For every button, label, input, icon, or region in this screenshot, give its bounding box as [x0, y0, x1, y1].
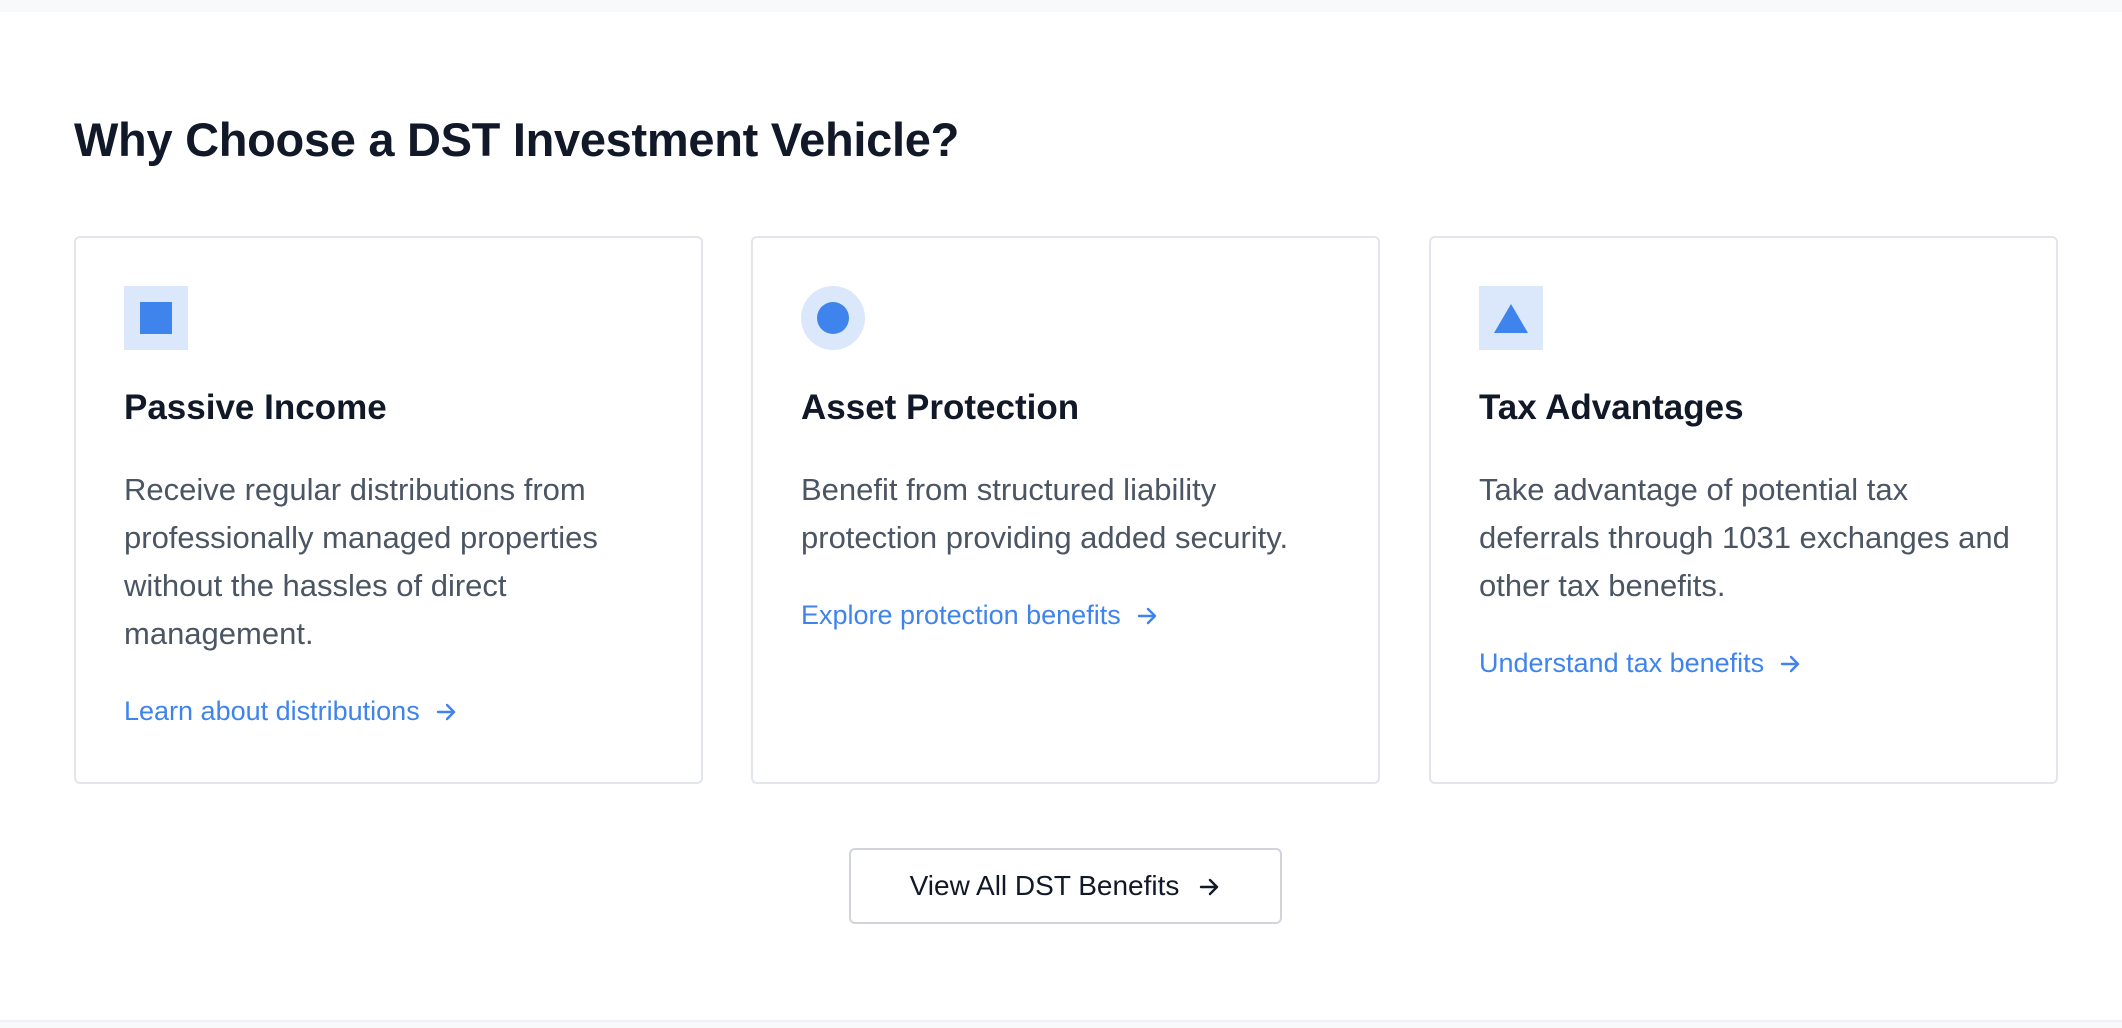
- card-description: Take advantage of potential tax deferral…: [1479, 472, 2010, 603]
- feature-card-tax-advantages: Tax Advantages Take advantage of potenti…: [1429, 236, 2058, 784]
- link-label: Learn about distributions: [124, 696, 420, 726]
- button-label: View All DST Benefits: [909, 870, 1180, 901]
- card-title: Asset Protection: [801, 388, 1080, 427]
- arrow-right-icon: [1197, 874, 1221, 898]
- section-title: Why Choose a DST Investment Vehicle?: [74, 113, 960, 166]
- explore-protection-benefits-link[interactable]: Explore protection benefits: [801, 600, 1159, 631]
- learn-about-distributions-link[interactable]: Learn about distributions: [124, 696, 458, 727]
- understand-tax-benefits-link[interactable]: Understand tax benefits: [1479, 648, 1802, 679]
- card-description: Receive regular distributions from profe…: [124, 472, 598, 651]
- card-title: Passive Income: [124, 388, 387, 427]
- card-title: Tax Advantages: [1479, 388, 1744, 427]
- square-icon: [124, 286, 188, 350]
- bottom-divider-strip: [0, 1020, 2122, 1028]
- view-all-benefits-button[interactable]: View All DST Benefits: [849, 848, 1282, 924]
- triangle-icon: [1479, 286, 1543, 350]
- feature-card-passive-income: Passive Income Receive regular distribut…: [74, 236, 703, 784]
- arrow-right-icon: [1778, 652, 1802, 676]
- feature-card-asset-protection: Asset Protection Benefit from structured…: [751, 236, 1380, 784]
- arrow-right-icon: [1135, 604, 1159, 628]
- link-label: Explore protection benefits: [801, 600, 1121, 630]
- top-divider-strip: [0, 0, 2122, 12]
- circle-icon: [801, 286, 865, 350]
- link-label: Understand tax benefits: [1479, 648, 1765, 678]
- card-description: Benefit from structured liability protec…: [801, 472, 1289, 555]
- arrow-right-icon: [434, 700, 458, 724]
